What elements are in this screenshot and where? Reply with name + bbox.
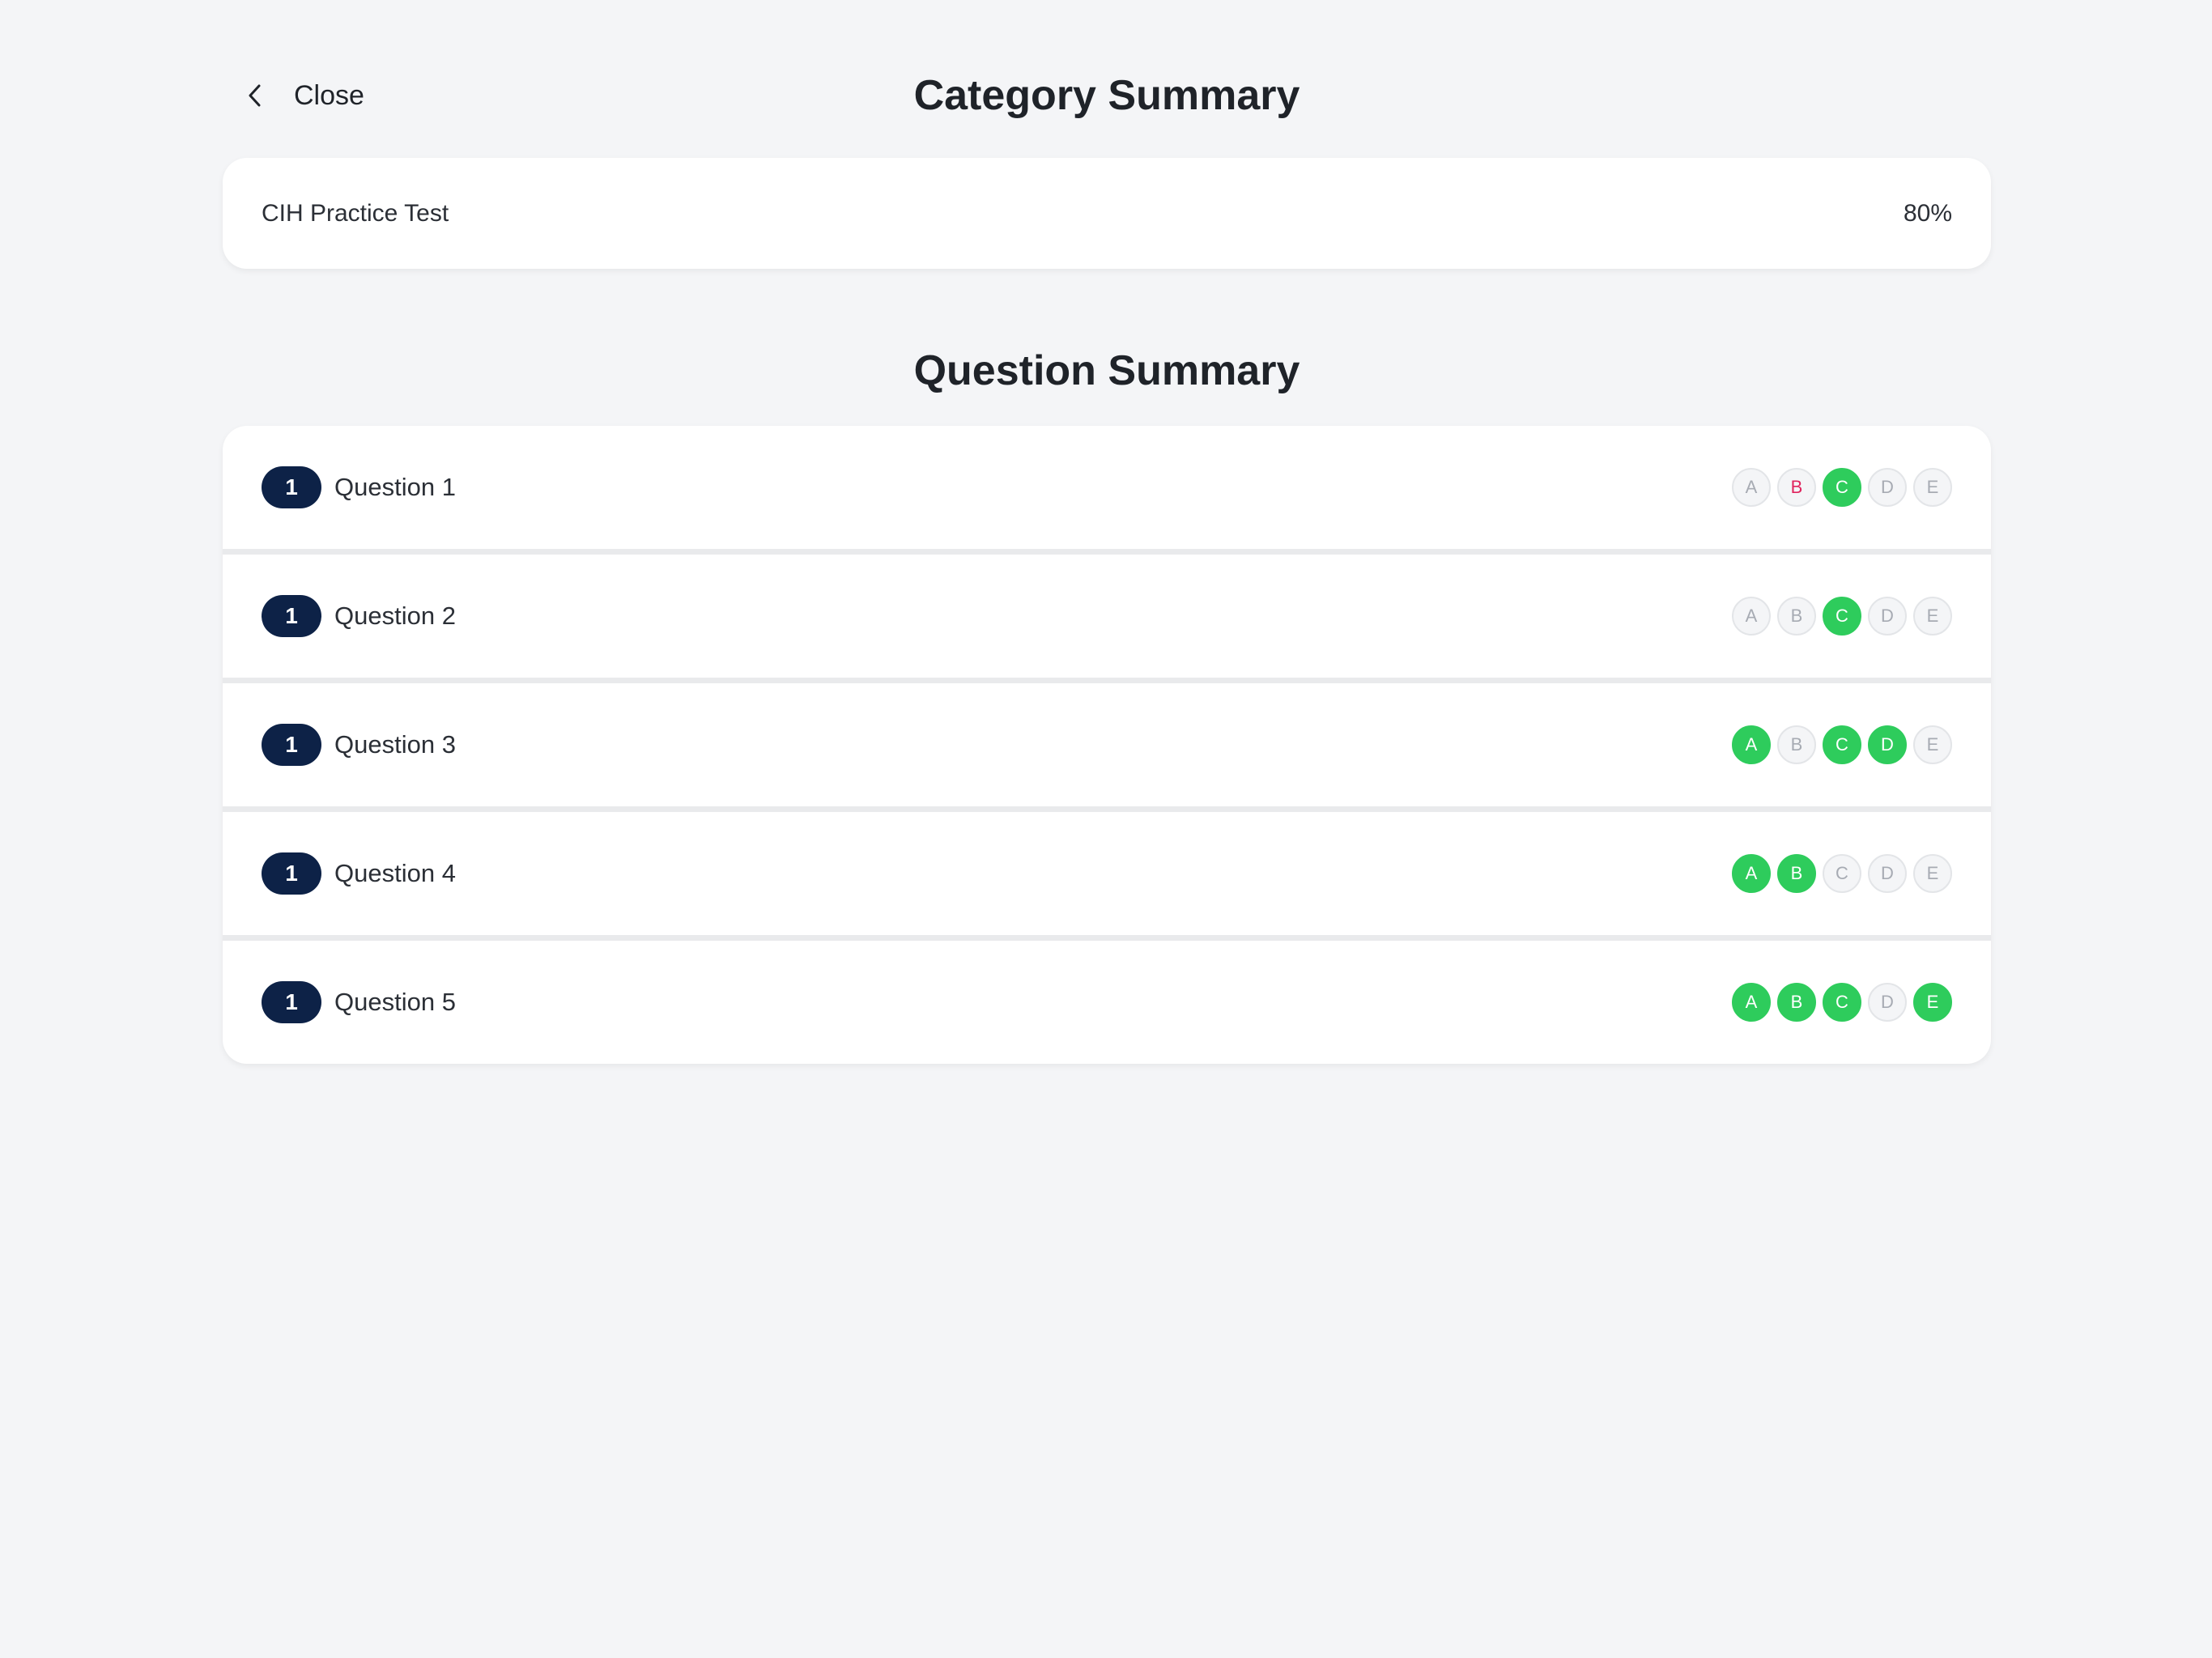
option-d: D bbox=[1868, 597, 1907, 636]
question-number-badge: 1 bbox=[262, 595, 321, 637]
question-row-2[interactable]: 1 Question 2 A B C D E bbox=[223, 555, 1991, 678]
test-name: CIH Practice Test bbox=[262, 199, 449, 227]
question-list: 1 Question 1 A B C D E 1 Question 2 A B … bbox=[223, 426, 1991, 1064]
question-number-badge: 1 bbox=[262, 852, 321, 895]
option-a: A bbox=[1732, 725, 1771, 764]
option-e: E bbox=[1913, 597, 1952, 636]
option-e: E bbox=[1913, 468, 1952, 507]
option-b: B bbox=[1777, 468, 1816, 507]
option-b: B bbox=[1777, 983, 1816, 1022]
header: Close Category Summary bbox=[223, 65, 1991, 126]
page-title: Category Summary bbox=[913, 72, 1300, 119]
option-c: C bbox=[1823, 597, 1861, 636]
answer-options: A B C D E bbox=[1732, 983, 1952, 1022]
option-d: D bbox=[1868, 854, 1907, 893]
option-e: E bbox=[1913, 725, 1952, 764]
option-b: B bbox=[1777, 725, 1816, 764]
question-number-badge: 1 bbox=[262, 466, 321, 508]
question-label: Question 2 bbox=[334, 602, 456, 630]
answer-options: A B C D E bbox=[1732, 468, 1952, 507]
question-row-1[interactable]: 1 Question 1 A B C D E bbox=[223, 426, 1991, 549]
answer-options: A B C D E bbox=[1732, 725, 1952, 764]
question-label: Question 3 bbox=[334, 730, 456, 759]
option-c: C bbox=[1823, 983, 1861, 1022]
category-summary-card[interactable]: CIH Practice Test 80% bbox=[223, 158, 1991, 269]
option-a: A bbox=[1732, 854, 1771, 893]
question-label: Question 5 bbox=[334, 988, 456, 1016]
option-a: A bbox=[1732, 983, 1771, 1022]
option-b: B bbox=[1777, 597, 1816, 636]
option-d: D bbox=[1868, 468, 1907, 507]
test-score: 80% bbox=[1903, 199, 1952, 227]
option-c: C bbox=[1823, 468, 1861, 507]
option-e: E bbox=[1913, 854, 1952, 893]
question-label: Question 4 bbox=[334, 859, 456, 887]
option-d: D bbox=[1868, 983, 1907, 1022]
question-row-5[interactable]: 1 Question 5 A B C D E bbox=[223, 941, 1991, 1064]
question-row-3[interactable]: 1 Question 3 A B C D E bbox=[223, 683, 1991, 806]
option-b: B bbox=[1777, 854, 1816, 893]
question-summary-title: Question Summary bbox=[913, 347, 1300, 394]
answer-options: A B C D E bbox=[1732, 854, 1952, 893]
option-e: E bbox=[1913, 983, 1952, 1022]
question-row-4[interactable]: 1 Question 4 A B C D E bbox=[223, 812, 1991, 935]
answer-options: A B C D E bbox=[1732, 597, 1952, 636]
option-c: C bbox=[1823, 725, 1861, 764]
question-label: Question 1 bbox=[334, 473, 456, 501]
question-number-badge: 1 bbox=[262, 981, 321, 1023]
option-c: C bbox=[1823, 854, 1861, 893]
option-a: A bbox=[1732, 597, 1771, 636]
option-d: D bbox=[1868, 725, 1907, 764]
question-number-badge: 1 bbox=[262, 724, 321, 766]
option-a: A bbox=[1732, 468, 1771, 507]
